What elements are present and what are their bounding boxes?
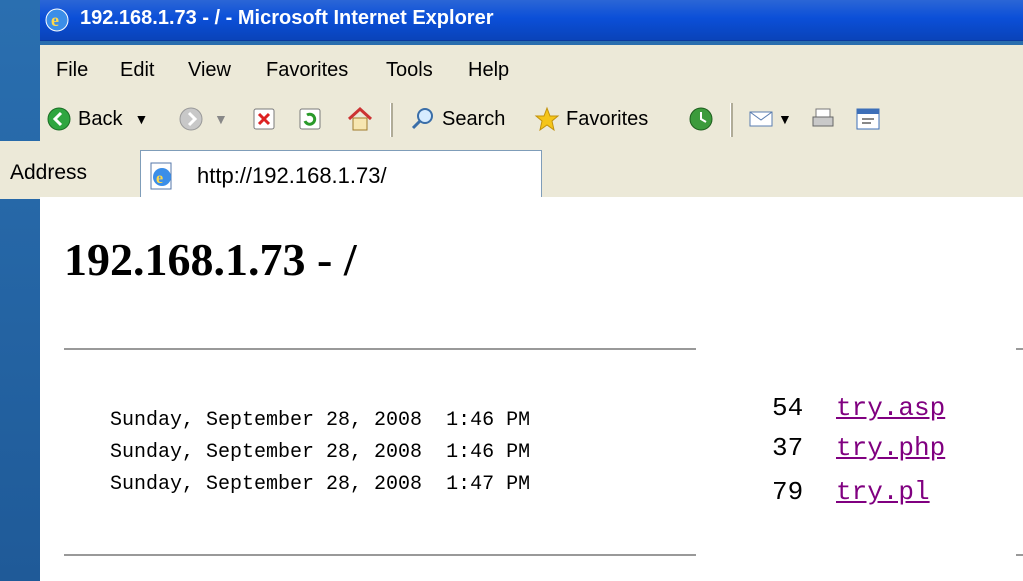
standard-toolbar: Back ▼ ▼ Search Favorites ▼ [40, 95, 1023, 144]
file-size: 79 [772, 477, 804, 507]
mail-dropdown-icon[interactable]: ▼ [778, 111, 792, 127]
address-url: http://192.168.1.73/ [197, 163, 387, 188]
search-button[interactable]: Search [410, 105, 505, 133]
refresh-button[interactable] [298, 105, 322, 133]
back-dropdown-icon[interactable]: ▼ [134, 111, 148, 127]
file-link-try-php[interactable]: try.php [836, 433, 945, 463]
menu-favorites[interactable]: Favorites [266, 59, 348, 82]
mail-icon [749, 111, 773, 127]
file-link-try-pl[interactable]: try.pl [836, 477, 930, 507]
stop-icon [253, 108, 275, 130]
stop-button[interactable] [252, 105, 276, 133]
page-content: 192.168.1.73 - / Sunday, September 28, 2… [40, 197, 1023, 581]
page-icon: e [150, 162, 172, 190]
file-size: 37 [772, 433, 804, 463]
menu-file[interactable]: File [56, 59, 88, 82]
svg-text:e: e [51, 10, 59, 30]
search-label: Search [442, 107, 506, 130]
toolbar-separator [730, 103, 733, 137]
toolbar-separator [390, 103, 393, 137]
edit-page-icon [856, 108, 880, 130]
divider-top [64, 348, 696, 350]
print-icon [812, 108, 834, 127]
divider-top-right [1016, 348, 1023, 350]
search-icon [411, 108, 433, 130]
divider-bottom-right [1016, 554, 1023, 556]
forward-arrow-icon [179, 107, 203, 131]
print-button[interactable] [810, 105, 836, 133]
menu-view[interactable]: View [188, 59, 231, 82]
star-icon [534, 106, 560, 132]
list-item-date: Sunday, September 28, 2008 1:46 PM [110, 441, 531, 464]
back-label: Back [78, 107, 123, 130]
home-button[interactable] [346, 105, 374, 133]
menu-bar: File Edit View Favorites Tools Help [40, 45, 1023, 96]
history-icon [689, 107, 713, 131]
back-button[interactable]: Back ▼ [46, 105, 148, 133]
address-input[interactable]: e http://192.168.1.73/ [140, 150, 542, 202]
mail-button[interactable]: ▼ [748, 105, 792, 133]
file-link-try-asp[interactable]: try.asp [836, 393, 945, 423]
history-button[interactable] [688, 105, 714, 133]
refresh-icon [299, 108, 321, 130]
list-item-date: Sunday, September 28, 2008 1:47 PM [110, 473, 531, 496]
svg-text:e: e [156, 170, 163, 187]
home-icon [347, 106, 373, 131]
menu-edit[interactable]: Edit [120, 59, 154, 82]
forward-button[interactable]: ▼ [178, 105, 228, 133]
window-title: 192.168.1.73 - / - Microsoft Internet Ex… [80, 7, 494, 29]
page-title: 192.168.1.73 - / [64, 234, 357, 285]
menu-help[interactable]: Help [468, 59, 509, 82]
window-titlebar[interactable]: e 192.168.1.73 - / - Microsoft Internet … [40, 0, 1023, 41]
edit-button[interactable] [854, 105, 882, 133]
menu-tools[interactable]: Tools [386, 59, 433, 82]
internet-explorer-icon: e [45, 8, 69, 32]
forward-dropdown-icon[interactable]: ▼ [214, 111, 228, 127]
list-item-date: Sunday, September 28, 2008 1:46 PM [110, 409, 531, 432]
back-arrow-icon [47, 107, 71, 131]
favorites-label: Favorites [566, 107, 649, 130]
divider-bottom [64, 554, 696, 556]
favorites-button[interactable]: Favorites [534, 105, 648, 133]
file-size: 54 [772, 393, 804, 423]
address-label: Address [10, 161, 88, 184]
